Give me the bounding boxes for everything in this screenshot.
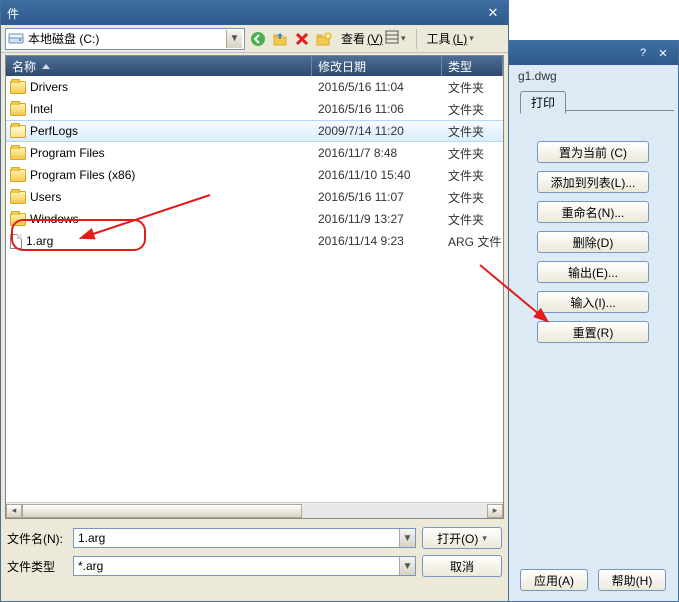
add-to-list-button[interactable]: 添加到列表(L)... <box>537 171 649 193</box>
folder-icon <box>10 147 26 160</box>
help-button[interactable]: 帮助(H) <box>598 569 666 591</box>
row-name: Program Files (x86) <box>30 168 135 182</box>
bgwin-tab-row: 打印 <box>520 91 674 111</box>
background-dialog: ? ✕ g1.dwg 打印 置为当前 (C) 添加到列表(L)... 重命名(N… <box>508 40 679 602</box>
filedlg-title-text: 件 <box>7 5 19 22</box>
bgwin-path-text: g1.dwg <box>508 65 678 85</box>
col-date[interactable]: 修改日期 <box>312 56 442 76</box>
tb-newfolder-icon[interactable] <box>315 30 333 48</box>
apply-button[interactable]: 应用(A) <box>520 569 588 591</box>
toolbar: 本地磁盘 (C:) ▼ 查看 (V) ▾ 工具 (L) ▾ <box>1 25 508 53</box>
row-date: 2016/11/9 13:27 <box>312 212 442 226</box>
export-button[interactable]: 输出(E)... <box>537 261 649 283</box>
folder-row[interactable]: Users 2016/5/16 11:07文件夹 <box>6 186 503 208</box>
folder-icon <box>10 213 26 226</box>
filedlg-titlebar: 件 ✕ <box>1 1 508 25</box>
tb-view-label: 查看 <box>341 30 365 47</box>
drive-icon <box>8 31 24 47</box>
row-date: 2016/11/10 15:40 <box>312 168 442 182</box>
row-name: PerfLogs <box>30 124 78 138</box>
drive-combo[interactable]: 本地磁盘 (C:) ▼ <box>5 28 245 50</box>
tb-view-underline: (V) <box>367 32 383 46</box>
chevron-down-icon[interactable]: ▼ <box>399 557 415 575</box>
set-current-button[interactable]: 置为当前 (C) <box>537 141 649 163</box>
scroll-right-icon[interactable]: ▸ <box>487 504 503 518</box>
folder-icon <box>10 169 26 182</box>
filename-value: 1.arg <box>78 531 105 545</box>
tb-up-icon[interactable] <box>271 30 289 48</box>
folder-icon <box>10 125 26 138</box>
scroll-track[interactable] <box>22 504 487 518</box>
row-type: 文件夹 <box>442 79 503 96</box>
bgwin-titlebar: ? ✕ <box>508 41 678 65</box>
tab-print[interactable]: 打印 <box>520 91 566 114</box>
row-type: 文件夹 <box>442 189 503 206</box>
row-name: Program Files <box>30 146 105 160</box>
folder-icon <box>10 81 26 94</box>
tb-delete-icon[interactable] <box>293 30 311 48</box>
row-name: Intel <box>30 102 53 116</box>
folder-row[interactable]: Program Files 2016/11/7 8:48文件夹 <box>6 142 503 164</box>
cancel-button[interactable]: 取消 <box>422 555 502 577</box>
tb-view-icon <box>385 30 399 47</box>
folder-row[interactable]: Program Files (x86) 2016/11/10 15:40文件夹 <box>6 164 503 186</box>
close-icon[interactable]: ✕ <box>654 45 672 61</box>
column-headers: 名称 修改日期 类型 <box>6 56 503 76</box>
row-date: 2016/5/16 11:06 <box>312 102 442 116</box>
tb-view-menu[interactable]: 查看 (V) ▾ <box>337 28 410 49</box>
row-type: 文件夹 <box>442 167 503 184</box>
row-name: Windows <box>30 212 79 226</box>
folder-icon <box>10 191 26 204</box>
file-rows: Drivers2016/5/16 11:04文件夹Intel2016/5/16 … <box>6 76 503 502</box>
import-button[interactable]: 输入(I)... <box>537 291 649 313</box>
help-icon[interactable]: ? <box>634 45 652 61</box>
filename-input[interactable]: 1.arg ▼ <box>73 528 416 548</box>
file-row[interactable]: 1.arg 2016/11/14 9:23ARG 文件 <box>6 230 503 252</box>
folder-row[interactable]: Windows 2016/11/9 13:27文件夹 <box>6 208 503 230</box>
tb-tools-menu[interactable]: 工具 (L) ▾ <box>423 28 478 49</box>
col-type[interactable]: 类型 <box>442 56 503 76</box>
tb-tools-underline: (L) <box>453 32 468 46</box>
reset-button[interactable]: 重置(R) <box>537 321 649 343</box>
row-name: Users <box>30 190 61 204</box>
row-type: 文件夹 <box>442 145 503 162</box>
delete-button[interactable]: 删除(D) <box>537 231 649 253</box>
row-date: 2016/5/16 11:04 <box>312 80 442 94</box>
file-open-dialog: 件 ✕ 本地磁盘 (C:) ▼ 查看 (V) ▾ 工具 (L) ▾ <box>0 0 509 602</box>
folder-row[interactable]: Drivers 2016/5/16 11:04文件夹 <box>6 76 503 98</box>
chevron-down-icon[interactable]: ▼ <box>399 529 415 547</box>
row-type: 文件夹 <box>442 211 503 228</box>
folder-row[interactable]: PerfLogs 2009/7/14 11:20文件夹 <box>6 120 503 142</box>
row-name: 1.arg <box>26 234 53 248</box>
chevron-down-icon[interactable]: ▼ <box>226 30 242 48</box>
row-type: 文件夹 <box>442 123 503 140</box>
folder-row[interactable]: Intel 2016/5/16 11:06文件夹 <box>6 98 503 120</box>
open-button[interactable]: 打开(O) ▾ <box>422 527 502 549</box>
row-name: Drivers <box>30 80 68 94</box>
row-type: 文件夹 <box>442 101 503 118</box>
col-name[interactable]: 名称 <box>6 56 312 76</box>
folder-icon <box>10 103 26 116</box>
filetype-input[interactable]: *.arg ▼ <box>73 556 416 576</box>
row-date: 2009/7/14 11:20 <box>312 124 442 138</box>
file-icon <box>10 234 22 249</box>
drive-combo-text: 本地磁盘 (C:) <box>28 30 226 47</box>
scroll-left-icon[interactable]: ◂ <box>6 504 22 518</box>
horizontal-scrollbar[interactable]: ◂ ▸ <box>6 502 503 518</box>
row-date: 2016/11/7 8:48 <box>312 146 442 160</box>
file-list: 名称 修改日期 类型 Drivers2016/5/16 11:04文件夹Inte… <box>5 55 504 519</box>
filetype-label: 文件类型 <box>7 558 67 575</box>
close-icon[interactable]: ✕ <box>484 5 502 21</box>
tb-back-icon[interactable] <box>249 30 267 48</box>
tb-tools-label: 工具 <box>427 30 451 47</box>
row-date: 2016/5/16 11:07 <box>312 190 442 204</box>
filename-label: 文件名(N): <box>7 530 67 547</box>
filetype-value: *.arg <box>78 559 103 573</box>
row-date: 2016/11/14 9:23 <box>312 234 442 248</box>
scroll-thumb[interactable] <box>22 504 302 518</box>
rename-button[interactable]: 重命名(N)... <box>537 201 649 223</box>
dialog-bottom: 文件名(N): 1.arg ▼ 打开(O) ▾ 文件类型 *.arg ▼ 取消 <box>1 521 508 587</box>
row-type: ARG 文件 <box>442 233 503 250</box>
